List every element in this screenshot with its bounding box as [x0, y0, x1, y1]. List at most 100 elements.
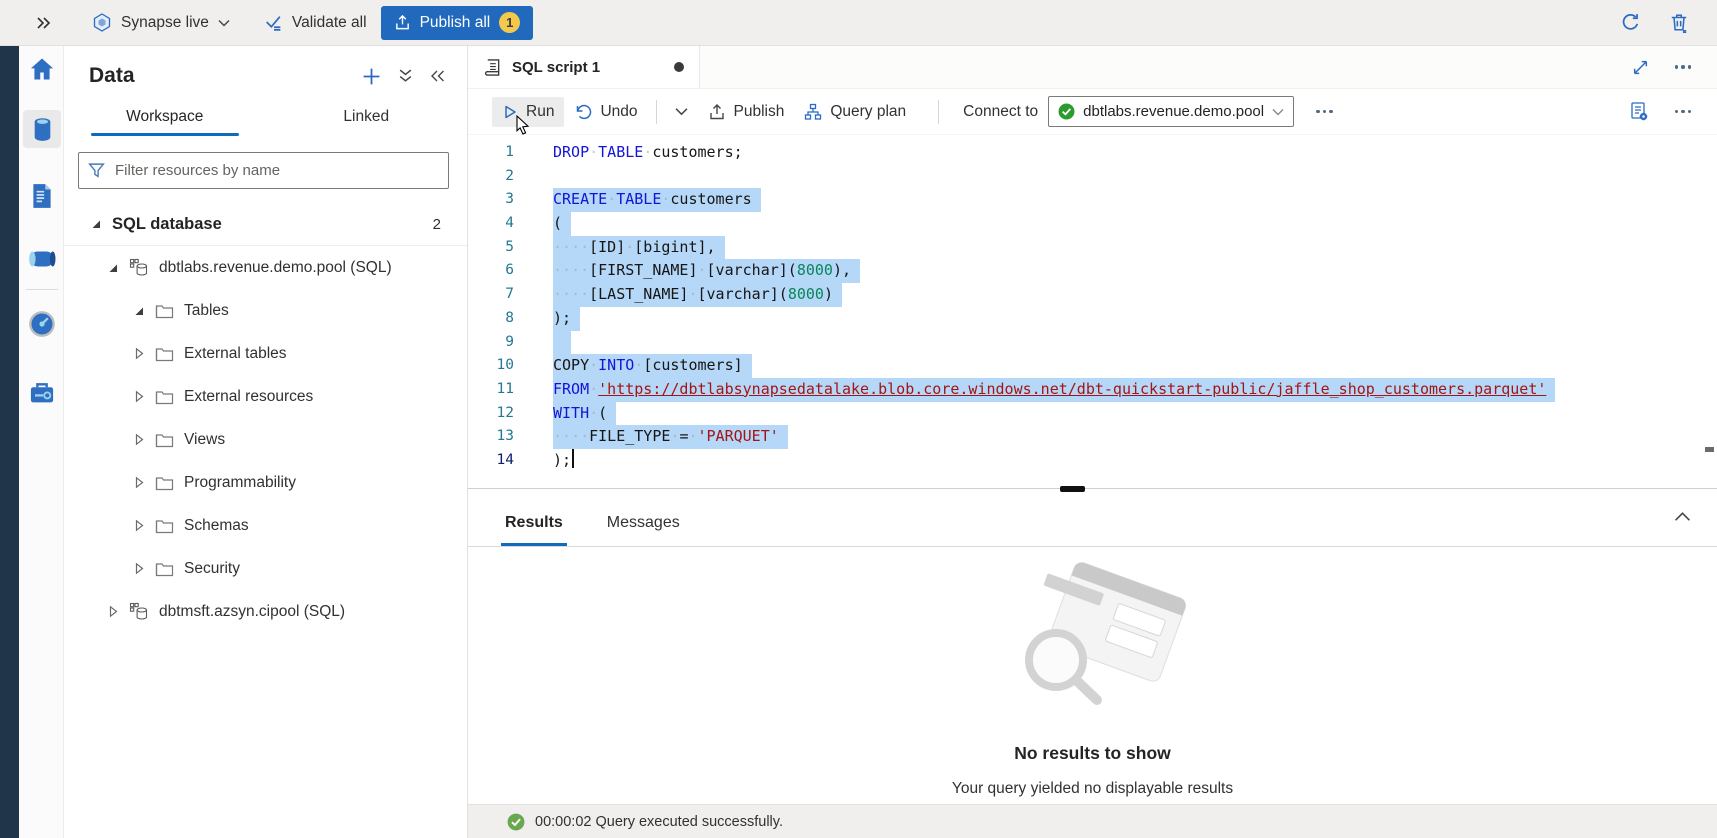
expand-panel-icon[interactable]: [36, 16, 52, 30]
expand-editor-icon[interactable]: [1632, 59, 1649, 76]
tree-item-label: dbtmsft.azsyn.cipool (SQL): [159, 603, 345, 621]
tab-messages[interactable]: Messages: [607, 514, 680, 546]
text-cursor: [572, 449, 574, 468]
add-resource-button[interactable]: [362, 67, 381, 86]
refresh-icon[interactable]: [1620, 12, 1641, 33]
tree-item-label: External tables: [184, 345, 287, 363]
sql-code-editor[interactable]: 1DROP·TABLE·customers;23CREATE·TABLE·cus…: [468, 134, 1717, 488]
code-line-8[interactable]: 8);: [468, 307, 1717, 331]
environment-selector[interactable]: Synapse live: [92, 12, 230, 33]
code-line-7[interactable]: 7····[LAST_NAME]·[varchar](8000): [468, 283, 1717, 307]
chevron-expanded-icon[interactable]: [106, 262, 119, 274]
tree-item-label: dbtlabs.revenue.demo.pool (SQL): [159, 259, 392, 277]
code-line-5[interactable]: 5 ····[ID]·[bigint],: [468, 236, 1717, 260]
results-splitter[interactable]: [468, 488, 1717, 495]
tree-item-external-tables[interactable]: External tables: [64, 332, 467, 375]
tree-item-dbtmsft-azsyn-cipool-sql[interactable]: dbtmsft.azsyn.cipool (SQL): [64, 590, 467, 633]
nav-integrate-button[interactable]: [23, 240, 61, 278]
tree-item-label: Schemas: [184, 517, 249, 535]
tab-sql-script-1[interactable]: SQL script 1: [468, 46, 700, 88]
code-line-2[interactable]: 2: [468, 165, 1717, 189]
code-line-text[interactable]: [553, 331, 571, 355]
code-line-text[interactable]: ····[ID]·[bigint],: [553, 236, 725, 260]
tab-linked[interactable]: Linked: [266, 98, 468, 138]
line-number: 13: [468, 425, 514, 449]
editor-overview-ruler[interactable]: [1703, 135, 1717, 488]
code-line-text[interactable]: CREATE·TABLE·customers: [553, 188, 761, 212]
code-line-text[interactable]: ····[FIRST_NAME]·[varchar](8000),: [553, 259, 860, 283]
data-panel-tabs: Workspace Linked: [64, 98, 467, 138]
folder-icon: [155, 432, 174, 448]
splitter-drag-handle[interactable]: [1060, 486, 1085, 492]
run-play-icon: [502, 104, 518, 120]
toolbar-more-actions-icon[interactable]: [1316, 110, 1333, 114]
code-line-9[interactable]: 9: [468, 331, 1717, 355]
line-number: 5: [468, 236, 514, 260]
code-line-text[interactable]: (: [553, 212, 571, 236]
code-line-3[interactable]: 3CREATE·TABLE·customers: [468, 188, 1717, 212]
code-line-text[interactable]: DROP·TABLE·customers;: [553, 141, 743, 165]
line-number: 6: [468, 259, 514, 283]
code-line-text[interactable]: );: [553, 449, 574, 473]
tree-item-programmability[interactable]: Programmability: [64, 461, 467, 504]
code-line-text[interactable]: );: [553, 307, 580, 331]
run-button[interactable]: Run: [492, 97, 564, 127]
nav-manage-button[interactable]: [23, 373, 61, 411]
chevron-collapsed-icon[interactable]: [132, 562, 145, 575]
publish-button[interactable]: Publish: [698, 97, 795, 127]
chevron-collapsed-icon[interactable]: [132, 390, 145, 403]
discard-trash-icon[interactable]: [1669, 12, 1689, 33]
chevron-expanded-icon[interactable]: [89, 218, 102, 230]
code-line-text[interactable]: COPY·INTO·[customers]: [553, 354, 752, 378]
chevron-collapsed-icon[interactable]: [132, 433, 145, 446]
tree-item-tables[interactable]: Tables: [64, 289, 467, 332]
top-command-bar: Synapse live Validate all Publish all 1: [0, 0, 1717, 46]
results-empty-state: No results to show Your query yielded no…: [468, 547, 1717, 804]
code-line-10[interactable]: 10COPY·INTO·[customers]: [468, 354, 1717, 378]
nav-develop-button[interactable]: [23, 177, 61, 215]
code-line-13[interactable]: 13 ····FILE_TYPE·=·'PARQUET': [468, 425, 1717, 449]
nav-data-button[interactable]: [23, 110, 61, 148]
code-line-1[interactable]: 1DROP·TABLE·customers;: [468, 141, 1717, 165]
chevron-collapsed-icon[interactable]: [106, 605, 119, 618]
publish-all-button[interactable]: Publish all 1: [381, 6, 534, 40]
validate-all-button[interactable]: Validate all: [264, 13, 367, 32]
script-properties-icon[interactable]: [1629, 101, 1649, 122]
tab-more-actions-icon[interactable]: [1675, 65, 1692, 69]
code-line-text[interactable]: ····[LAST_NAME]·[varchar](8000): [553, 283, 842, 307]
chevron-collapsed-icon[interactable]: [132, 476, 145, 489]
tree-item-external-resources[interactable]: External resources: [64, 375, 467, 418]
item-count: 2: [433, 216, 441, 233]
tree-item-sql-database[interactable]: SQL database2: [64, 203, 467, 246]
collapse-all-icon[interactable]: [398, 68, 413, 84]
tree-item-dbtlabs-revenue-demo-pool-sql[interactable]: dbtlabs.revenue.demo.pool (SQL): [64, 246, 467, 289]
code-line-6[interactable]: 6 ····[FIRST_NAME]·[varchar](8000),: [468, 259, 1717, 283]
query-plan-button[interactable]: Query plan: [794, 97, 916, 127]
code-line-4[interactable]: 4(: [468, 212, 1717, 236]
code-line-11[interactable]: 11FROM·'https://dbtlabsynapsedatalake.bl…: [468, 378, 1717, 402]
code-line-14[interactable]: 14);: [468, 449, 1717, 473]
code-line-text[interactable]: WITH·(: [553, 402, 616, 426]
code-line-text[interactable]: FROM·'https://dbtlabsynapsedatalake.blob…: [553, 378, 1555, 402]
pool-selector-dropdown[interactable]: dbtlabs.revenue.demo.pool: [1048, 96, 1294, 127]
chevron-collapsed-icon[interactable]: [132, 347, 145, 360]
nav-monitor-button[interactable]: [23, 305, 61, 343]
filter-resources-input[interactable]: [113, 161, 439, 180]
chevron-collapsed-icon[interactable]: [132, 519, 145, 532]
tab-results[interactable]: Results: [505, 514, 563, 546]
undo-button[interactable]: Undo: [564, 97, 647, 127]
tab-workspace[interactable]: Workspace: [64, 98, 266, 138]
code-line-text[interactable]: ····FILE_TYPE·=·'PARQUET': [553, 425, 788, 449]
collapse-results-icon[interactable]: [1674, 511, 1691, 522]
tree-item-views[interactable]: Views: [64, 418, 467, 461]
tree-item-schemas[interactable]: Schemas: [64, 504, 467, 547]
undo-dropdown[interactable]: [665, 101, 698, 122]
nav-home-button[interactable]: [23, 50, 61, 88]
folder-icon: [155, 346, 174, 362]
editor-more-actions-icon[interactable]: [1675, 110, 1692, 114]
collapse-panel-icon[interactable]: [430, 69, 445, 83]
chevron-expanded-icon[interactable]: [132, 305, 145, 317]
tree-item-security[interactable]: Security: [64, 547, 467, 590]
filter-box: [78, 152, 449, 189]
code-line-12[interactable]: 12WITH·(: [468, 402, 1717, 426]
